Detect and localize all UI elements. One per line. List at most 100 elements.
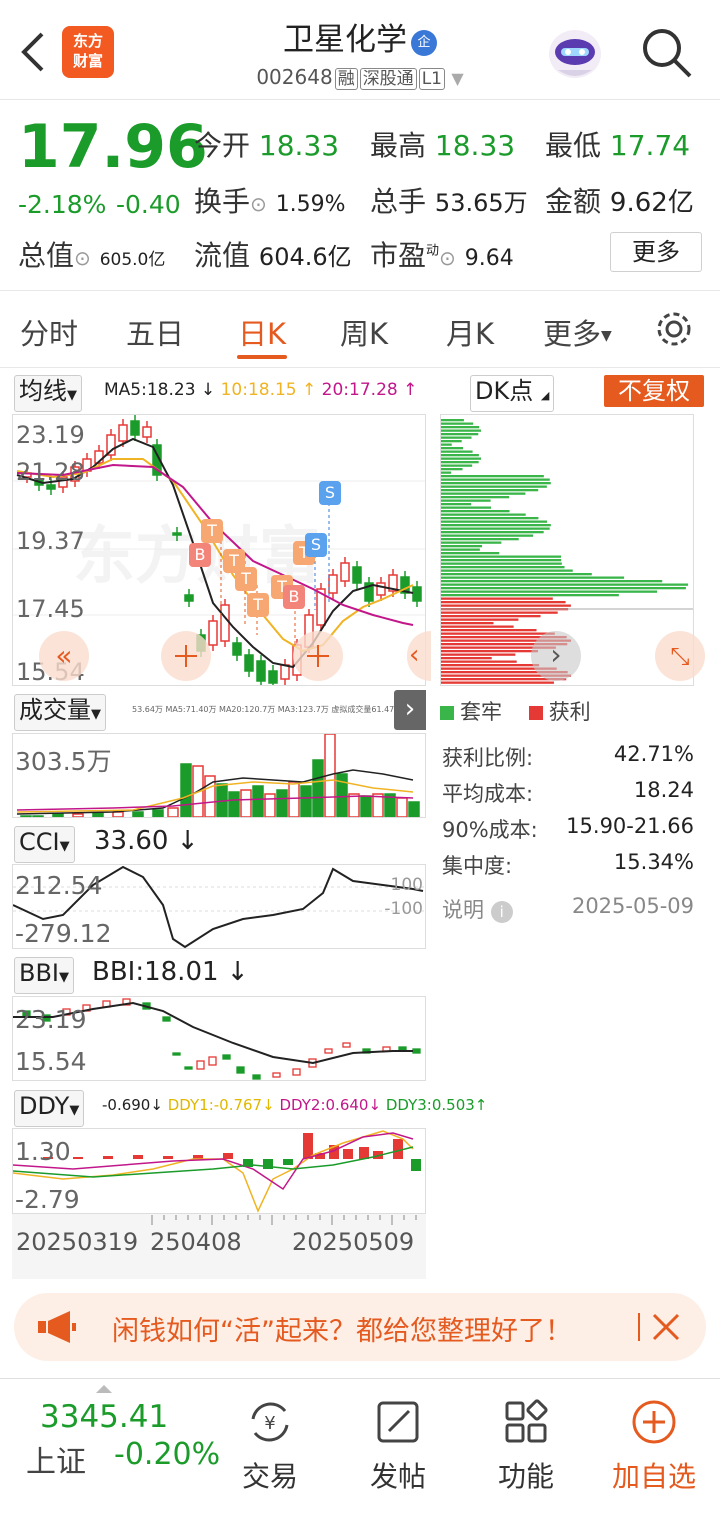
bbi-candle xyxy=(272,1072,281,1078)
ddy-bar xyxy=(103,1156,113,1159)
ma-selector[interactable]: 均线▼ xyxy=(14,375,82,412)
b-marker-icon[interactable]: B xyxy=(283,585,305,609)
kline-candle xyxy=(244,654,254,672)
chip-next-icon[interactable]: › xyxy=(531,631,581,681)
chip-bar xyxy=(441,513,526,516)
chip-bar xyxy=(441,594,619,597)
t-marker-icon[interactable]: T xyxy=(201,519,223,543)
chip-date: 2025-05-09 xyxy=(571,894,694,918)
chip-note[interactable]: 说明 i xyxy=(442,894,513,924)
kline-chart[interactable]: 东方财富 23.19 21.28 19.37 17.45 15.54 T B T… xyxy=(12,414,431,686)
chip-bar xyxy=(441,660,517,663)
nav-function[interactable]: 功能 xyxy=(466,1399,586,1495)
tab-five-day[interactable]: 五日 xyxy=(126,311,184,353)
kline-candle xyxy=(220,604,230,642)
dropdown-triangle-icon: ▼ xyxy=(451,69,464,88)
close-icon[interactable] xyxy=(652,1313,680,1341)
ddy-selector[interactable]: DDY▼ xyxy=(14,1090,85,1127)
chip-bar xyxy=(441,492,526,495)
chip-bar xyxy=(441,482,551,485)
info-dots-icon[interactable]: ⊙ xyxy=(74,246,91,270)
bbi-selector[interactable]: BBI▼ xyxy=(14,957,75,994)
b-marker-icon[interactable]: B xyxy=(189,543,211,567)
pe-value: 9.64 xyxy=(464,246,514,271)
chip-bar xyxy=(441,426,480,429)
ddy-legend: -0.690↓ DDY1:-0.767↓ DDY2:0.640↓ DDY3:0.… xyxy=(102,1096,488,1114)
volume-bar xyxy=(132,811,144,818)
chip-bar xyxy=(441,618,519,621)
amount-field: 金额 9.62亿 xyxy=(545,180,694,220)
dk-point-selector[interactable]: DK点 ◢ xyxy=(470,375,555,412)
robot-avatar-icon[interactable] xyxy=(544,22,606,82)
chip-bar xyxy=(441,548,480,551)
chip-distribution-chart[interactable]: › ⤡ xyxy=(440,414,705,686)
nav-trade[interactable]: ¥ 交易 xyxy=(210,1399,330,1495)
chip-bar xyxy=(441,524,551,527)
chip-bar xyxy=(441,681,554,684)
chip-bar xyxy=(441,485,547,488)
adjust-button[interactable]: 不复权 xyxy=(604,375,704,407)
volume-bar xyxy=(32,815,44,818)
tab-weekly-k[interactable]: 周K xyxy=(340,311,388,353)
volume-bar xyxy=(72,813,84,818)
dropdown-triangle-icon: ▼ xyxy=(69,1103,80,1118)
kline-candle xyxy=(172,532,182,536)
nav-add-watch[interactable]: 加自选 xyxy=(594,1399,714,1495)
index-name[interactable]: 上证 xyxy=(26,1437,86,1481)
high-label: 最高 xyxy=(370,129,427,162)
ddy-chart[interactable]: 1.30 -2.79 xyxy=(12,1128,426,1214)
bbi-y-bottom: 15.54 xyxy=(15,1047,87,1076)
expand-icon[interactable]: ⤡ xyxy=(655,631,705,681)
volume-selector[interactable]: 成交量▼ xyxy=(14,694,106,731)
info-dots-icon[interactable]: ⊙ xyxy=(250,192,267,216)
megaphone-icon xyxy=(38,1311,76,1343)
ma20-value: 20:17.28 xyxy=(321,380,398,400)
ma5-value: MA5:18.23 xyxy=(104,380,196,400)
nav-function-label: 功能 xyxy=(497,1460,554,1493)
change-amount: -0.40 xyxy=(116,190,181,219)
promo-banner[interactable]: 闲钱如何“活”起来？都给您整理好了！ xyxy=(14,1293,706,1361)
s-marker-icon[interactable]: S xyxy=(305,533,327,557)
t-marker-icon[interactable]: T xyxy=(235,567,257,591)
expand-panel-icon[interactable]: › xyxy=(394,690,426,730)
chip-bar xyxy=(441,527,550,530)
nav-post-label: 发帖 xyxy=(369,1460,426,1493)
volume-chart[interactable]: 303.5万 xyxy=(12,733,426,818)
scroll-left-fast-icon[interactable]: « xyxy=(39,631,89,681)
bbi-candle xyxy=(324,1048,333,1054)
cci-selector[interactable]: CCI▼ xyxy=(14,826,75,863)
chip-bar xyxy=(441,443,452,446)
dropdown-triangle-icon: ◢ xyxy=(540,389,550,402)
search-icon[interactable] xyxy=(640,26,694,78)
settings-gear-icon[interactable] xyxy=(654,309,694,349)
ma10-value: 10:18.15 xyxy=(220,380,297,400)
chip-bar xyxy=(441,611,558,614)
pe-superscript: 动 xyxy=(426,243,440,259)
ddy-bar xyxy=(223,1153,233,1159)
cost90-label: 90%成本: xyxy=(442,818,538,842)
last-price: 17.96 xyxy=(18,112,208,182)
expand-up-icon[interactable] xyxy=(96,1385,112,1393)
bbi-chart[interactable]: 23.19 15.54 xyxy=(12,996,426,1081)
chip-bar xyxy=(441,587,686,590)
s-marker-icon[interactable]: S xyxy=(319,481,341,505)
pe-field: 市盈动⊙ 9.64 xyxy=(370,234,514,274)
chip-bar xyxy=(441,590,658,593)
x-label-mid: 250408 xyxy=(150,1228,242,1256)
t-marker-icon[interactable]: T xyxy=(247,593,269,617)
cci-chart[interactable]: 212.54 -279.12 100 -100 xyxy=(12,864,426,949)
more-quote-button[interactable]: 更多 xyxy=(610,232,702,272)
index-change[interactable]: -0.20% xyxy=(114,1437,220,1472)
kline-candle xyxy=(280,664,290,680)
stock-subtitle[interactable]: 002648 融深股通 L1 ▼ xyxy=(0,64,720,90)
crosshair-icon[interactable] xyxy=(293,631,343,681)
nav-post[interactable]: 发帖 xyxy=(338,1399,458,1495)
index-value[interactable]: 3345.41 xyxy=(40,1399,168,1435)
crosshair-icon[interactable] xyxy=(161,631,211,681)
tab-monthly-k[interactable]: 月K xyxy=(446,311,494,353)
info-dots-icon[interactable]: ⊙ xyxy=(439,246,456,270)
tab-daily-k[interactable]: 日K xyxy=(238,311,286,353)
chip-bar xyxy=(441,650,538,653)
tab-more[interactable]: 更多▼ xyxy=(543,311,612,353)
tab-intraday[interactable]: 分时 xyxy=(20,311,78,353)
